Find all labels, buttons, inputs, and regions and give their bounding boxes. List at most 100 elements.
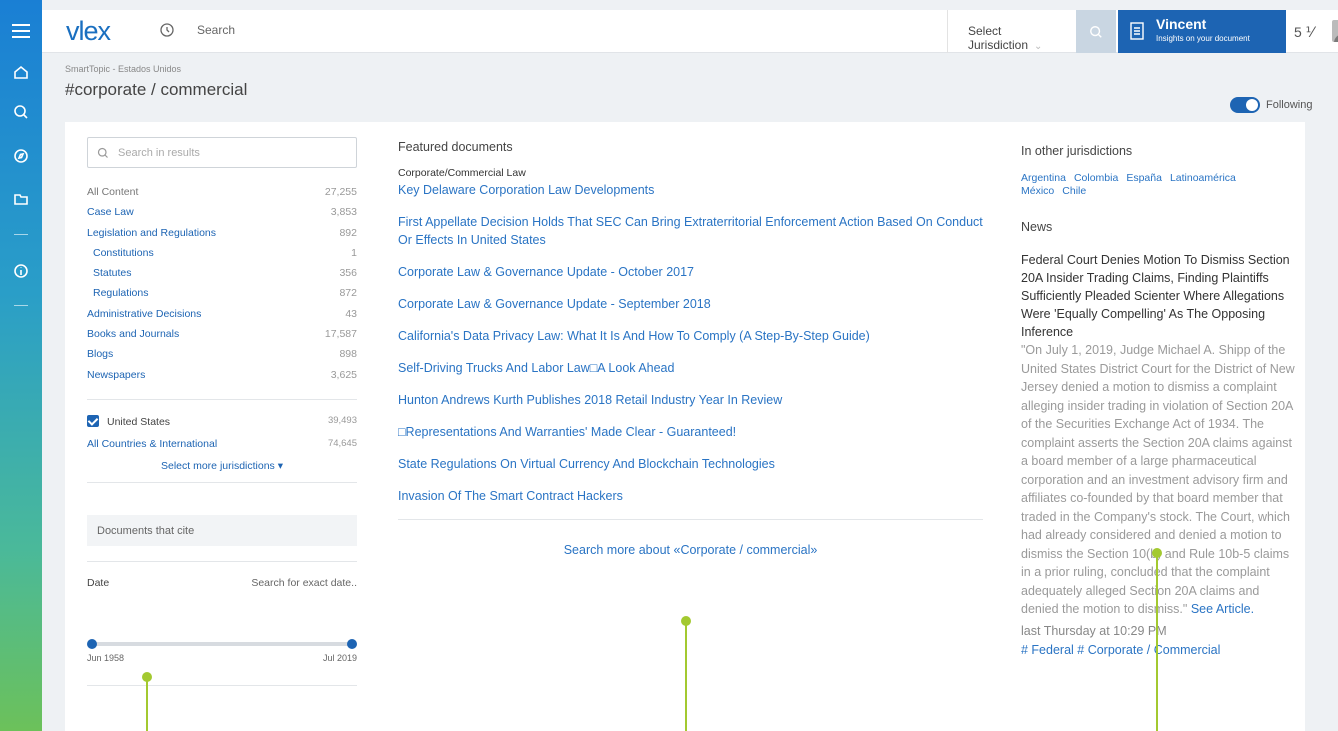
documents-that-cite[interactable]: Documents that cite: [87, 514, 357, 546]
document-link[interactable]: Corporate Law & Governance Update - Sept…: [398, 295, 983, 313]
right-column: In other jurisdictions Argentina Colombia…: [1021, 144, 1296, 657]
jurisdiction-select[interactable]: Select Jurisdiction ⌄: [947, 10, 1077, 53]
filter-label: Regulations: [93, 287, 149, 300]
filter-row[interactable]: Books and Journals 17,587: [87, 328, 357, 348]
document-link[interactable]: California's Data Privacy Law: What It I…: [398, 327, 983, 345]
filter-row[interactable]: Legislation and Regulations 892: [87, 227, 357, 247]
all-countries-label: All Countries & International: [87, 437, 218, 450]
select-more-jurisdictions[interactable]: Select more jurisdictions ▾: [87, 460, 357, 472]
all-countries-filter[interactable]: All Countries & International 74,645: [87, 438, 357, 450]
divider: [87, 481, 357, 483]
featured-heading: Featured documents: [398, 140, 513, 154]
breadcrumb[interactable]: SmartTopic - Estados Unidos: [65, 64, 181, 74]
filter-label: Statutes: [93, 267, 132, 280]
sidebar-divider: [14, 305, 28, 306]
filter-count: 3,853: [330, 206, 357, 219]
annotation-marker: [681, 616, 691, 731]
filter-row[interactable]: Case Law 3,853: [87, 206, 357, 226]
filter-count: 898: [339, 348, 357, 361]
us-label: United States: [107, 416, 171, 429]
jurisdiction-link[interactable]: Latinoamérica: [1170, 172, 1236, 184]
top-bar: vlex Search Select Jurisdiction ⌄ Vincent…: [42, 10, 1338, 53]
document-link[interactable]: Self-Driving Trucks And Labor Law□A Look…: [398, 359, 983, 377]
date-to: Jul 2019: [322, 652, 357, 663]
language-count[interactable]: 5 ⅟: [1294, 24, 1314, 41]
vincent-button[interactable]: Vincent Insights on your document: [1118, 10, 1286, 53]
filter-row[interactable]: Blogs 898: [87, 348, 357, 368]
compass-icon[interactable]: [10, 145, 32, 167]
checkbox-checked-icon[interactable]: [87, 415, 99, 428]
document-link[interactable]: Invasion Of The Smart Contract Hackers: [398, 487, 983, 505]
avatar[interactable]: [1332, 20, 1338, 42]
see-article-link[interactable]: See Article.: [1191, 602, 1254, 616]
exact-date-input[interactable]: Search for exact date..: [251, 577, 357, 589]
news-tags[interactable]: # Federal # Corporate / Commercial: [1021, 643, 1296, 657]
sidebar-divider: [14, 234, 28, 235]
filter-count: 3,625: [330, 368, 357, 381]
content-type-list: All Content 27,255 Case Law 3,853 Legislat…: [87, 186, 357, 389]
jurisdiction-link[interactable]: España: [1126, 172, 1162, 184]
document-link[interactable]: Corporate Law & Governance Update - Octo…: [398, 263, 983, 281]
search-icon: [1090, 25, 1102, 38]
filter-label: Constitutions: [93, 246, 154, 259]
slider-handle-start[interactable]: [87, 638, 97, 649]
search-input[interactable]: Search: [197, 23, 235, 37]
jurisdiction-link[interactable]: Chile: [1062, 185, 1086, 197]
folder-icon[interactable]: [10, 188, 32, 210]
slider-handle-end[interactable]: [347, 638, 357, 649]
slider-track: [91, 641, 353, 646]
menu-icon[interactable]: [10, 20, 32, 42]
home-icon[interactable]: [10, 61, 32, 83]
vlex-logo[interactable]: vlex: [66, 16, 111, 47]
united-states-filter[interactable]: United States 39,493: [87, 410, 357, 432]
search-icon: [97, 147, 108, 158]
jurisdiction-link[interactable]: Argentina: [1021, 172, 1066, 184]
filter-row[interactable]: Administrative Decisions 43: [87, 308, 357, 328]
search-more-link[interactable]: Search more about «Corporate / commercia…: [398, 543, 983, 557]
chevron-down-icon: ⌄: [1034, 41, 1043, 52]
date-range-labels: Jun 1958 Jul 2019: [87, 653, 357, 663]
filter-count: 892: [339, 226, 357, 239]
vincent-subtitle: Insights on your document: [1156, 34, 1250, 43]
document-link[interactable]: Hunton Andrews Kurth Publishes 2018 Reta…: [398, 391, 983, 409]
search-button[interactable]: [1076, 10, 1116, 53]
filter-row[interactable]: Newspapers 3,625: [87, 369, 357, 389]
following-toggle[interactable]: Following: [1230, 97, 1312, 113]
filter-row[interactable]: All Content 27,255: [87, 186, 357, 206]
filter-label: Newspapers: [87, 368, 146, 381]
filter-row[interactable]: Statutes 356: [87, 267, 357, 287]
search-icon[interactable]: [10, 101, 32, 123]
us-count: 39,493: [327, 415, 357, 427]
jurisdiction-link[interactable]: México: [1021, 185, 1054, 197]
document-link[interactable]: Key Delaware Corporation Law Development…: [398, 181, 983, 199]
date-filter: Date Search for exact date..: [87, 560, 357, 589]
search-results-input[interactable]: Search in results: [87, 137, 357, 168]
filter-label: Case Law: [87, 206, 134, 219]
filter-row[interactable]: Regulations 872: [87, 287, 357, 307]
filter-column: Search in results All Content 27,255 Case…: [87, 137, 357, 686]
annotation-marker: [142, 672, 152, 731]
divider: [87, 398, 357, 400]
caret-down-icon: ▾: [277, 459, 283, 472]
divider: [87, 684, 357, 686]
history-icon[interactable]: [159, 22, 175, 43]
news-body: "On July 1, 2019, Judge Michael A. Shipp…: [1021, 341, 1296, 619]
filter-count: 872: [339, 287, 357, 300]
document-link[interactable]: First Appellate Decision Holds That SEC …: [398, 213, 983, 249]
filter-label: Legislation and Regulations: [87, 226, 217, 239]
document-link[interactable]: □Representations And Warranties' Made Cl…: [398, 423, 983, 441]
page-title: #corporate / commercial: [65, 80, 248, 99]
news-heading: News: [1021, 220, 1053, 234]
info-icon[interactable]: [10, 260, 32, 282]
following-label: Following: [1266, 99, 1313, 111]
jurisdiction-links: Argentina Colombia España Latinoamérica Méx…: [1021, 172, 1296, 198]
jurisdiction-link[interactable]: Colombia: [1074, 172, 1118, 184]
date-range-slider[interactable]: [87, 638, 357, 649]
toggle-switch[interactable]: [1230, 97, 1260, 113]
filter-count: 1: [351, 246, 357, 259]
divider: [398, 519, 983, 520]
news-title[interactable]: Federal Court Denies Motion To Dismiss S…: [1021, 251, 1296, 341]
document-link[interactable]: State Regulations On Virtual Currency An…: [398, 455, 983, 473]
document-icon: [1130, 22, 1144, 45]
filter-row[interactable]: Constitutions 1: [87, 247, 357, 267]
